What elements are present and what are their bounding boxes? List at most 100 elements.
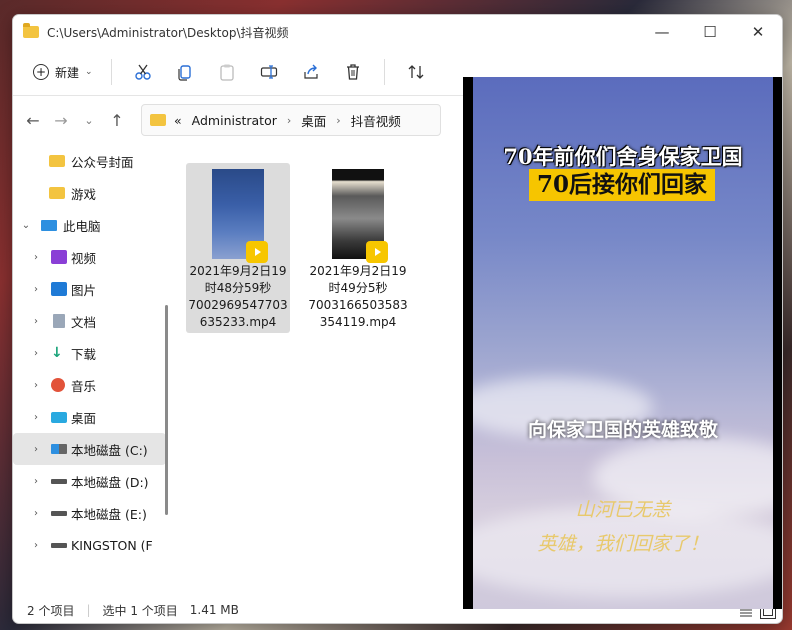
drive-icon <box>51 479 67 484</box>
nav-item-drive-d[interactable]: › 本地磁盘 (D:) <box>13 465 168 497</box>
preview-caption-2: 70后接你们回家 <box>529 169 716 201</box>
nav-item-kingston[interactable]: › KINGSTON (F <box>13 529 168 561</box>
chevron-right-icon[interactable]: › <box>29 252 43 263</box>
address-bar[interactable]: « Administrator › 桌面 › 抖音视频 <box>141 104 441 136</box>
document-icon <box>53 314 65 328</box>
recent-chevron-icon[interactable]: ⌄ <box>75 106 103 134</box>
breadcrumb-item[interactable]: Administrator <box>192 113 277 128</box>
chevron-down-icon[interactable]: ⌄ <box>19 220 33 231</box>
nav-item-label: 游戏 <box>71 186 97 202</box>
pc-icon <box>41 219 57 231</box>
music-icon <box>51 378 65 392</box>
share-button[interactable] <box>294 57 328 87</box>
file-name-line: 2021年9月2日19 <box>309 264 407 278</box>
drive-icon <box>51 444 67 454</box>
cut-button[interactable] <box>126 57 160 87</box>
paste-icon <box>219 64 234 81</box>
selected-count: 选中 1 个项目 <box>102 603 178 618</box>
trash-icon <box>346 64 359 80</box>
folder-icon <box>23 23 39 38</box>
nav-item-label: 文档 <box>71 314 97 330</box>
video-thumbnail <box>332 169 388 263</box>
file-explorer-window: C:\Users\Administrator\Desktop\抖音视频 — ☐ … <box>12 14 783 624</box>
desktop-icon <box>51 411 67 423</box>
nav-item-label: 音乐 <box>71 378 97 394</box>
preview-caption-3: 向保家卫国的英雄致敬 <box>527 419 718 441</box>
nav-item-label: 本地磁盘 (D:) <box>71 474 149 490</box>
chevron-right-icon[interactable]: › <box>29 284 43 295</box>
close-button[interactable]: ✕ <box>734 15 782 49</box>
file-item[interactable]: 2021年9月2日19 时49分5秒 7003166503583 354119.… <box>306 163 410 333</box>
new-button[interactable]: + 新建 ⌄ <box>25 58 101 87</box>
video-preview[interactable]: 70年前你们舍身保家卫国 70后接你们回家 向保家卫国的英雄致敬 山河已无恙 英… <box>473 77 773 609</box>
nav-item-drive-c[interactable]: › 本地磁盘 (C:) <box>13 433 166 465</box>
folder-icon <box>150 114 166 126</box>
video-icon <box>51 250 67 264</box>
nav-item-this-pc[interactable]: ⌄ 此电脑 <box>13 209 168 241</box>
preview-pane: 70年前你们舍身保家卫国 70后接你们回家 向保家卫国的英雄致敬 山河已无恙 英… <box>463 77 782 609</box>
window-title: C:\Users\Administrator\Desktop\抖音视频 <box>47 25 289 40</box>
chevron-right-icon[interactable]: › <box>29 316 43 327</box>
nav-item-music[interactable]: › 音乐 <box>13 369 168 401</box>
maximize-button[interactable]: ☐ <box>686 15 734 49</box>
picture-icon <box>51 282 67 296</box>
nav-item-desktop[interactable]: › 桌面 <box>13 401 168 433</box>
back-arrow-icon[interactable]: ← <box>19 106 47 134</box>
chevron-right-icon[interactable]: › <box>29 412 43 423</box>
share-icon <box>303 64 318 79</box>
file-name-line: 635233.mp4 <box>199 315 277 329</box>
nav-item-videos[interactable]: › 视频 <box>13 241 168 273</box>
rename-icon <box>260 65 277 79</box>
chevron-right-icon[interactable]: › <box>29 348 43 359</box>
breadcrumb-item[interactable]: 抖音视频 <box>351 111 401 130</box>
chevron-right-icon[interactable]: › <box>29 540 43 551</box>
sort-button[interactable] <box>399 57 433 87</box>
item-count: 2 个项目 <box>27 603 75 618</box>
player-badge-icon <box>246 241 268 263</box>
preview-caption-1: 70年前你们舍身保家卫国 <box>503 144 743 169</box>
toolbar-divider <box>110 59 112 85</box>
nav-item-drive-e[interactable]: › 本地磁盘 (E:) <box>13 497 168 529</box>
file-name-line: 2021年9月2日19 <box>189 264 287 278</box>
nav-item-games[interactable]: 游戏 <box>13 177 168 209</box>
copy-button[interactable] <box>168 57 202 87</box>
delete-button[interactable] <box>336 57 370 87</box>
breadcrumb-overflow[interactable]: « <box>174 113 182 128</box>
nav-item-label: 下载 <box>71 346 97 362</box>
toolbar-divider <box>383 59 385 85</box>
download-icon: ↓ <box>51 345 63 361</box>
file-name-line: 7002969547703 <box>188 298 288 312</box>
nav-item-label: 公众号封面 <box>71 154 134 170</box>
file-name-line: 时48分59秒 <box>204 281 272 295</box>
chevron-right-icon[interactable]: › <box>29 444 43 455</box>
nav-item-gongzhonghao[interactable]: 公众号封面 <box>13 145 168 177</box>
chevron-right-icon[interactable]: › <box>29 508 43 519</box>
breadcrumb-chevron-icon[interactable]: › <box>336 114 340 127</box>
chevron-right-icon[interactable]: › <box>29 476 43 487</box>
minimize-button[interactable]: — <box>638 15 686 49</box>
nav-item-label: 本地磁盘 (C:) <box>71 442 148 458</box>
breadcrumb-item[interactable]: 桌面 <box>301 111 326 130</box>
chevron-right-icon[interactable]: › <box>29 380 43 391</box>
forward-arrow-icon[interactable]: → <box>47 106 75 134</box>
nav-item-label: 桌面 <box>71 410 97 426</box>
nav-item-pictures[interactable]: › 图片 <box>13 273 168 305</box>
up-arrow-icon[interactable]: ↑ <box>103 106 131 134</box>
paste-button[interactable] <box>210 57 244 87</box>
chevron-down-icon: ⌄ <box>85 67 93 77</box>
preview-caption-4: 山河已无恙 <box>575 499 671 521</box>
nav-item-label: 此电脑 <box>63 218 101 234</box>
preview-caption-5: 英雄，我们回家了！ <box>537 533 709 555</box>
nav-item-documents[interactable]: › 文档 <box>13 305 168 337</box>
file-name-line: 7003166503583 <box>308 298 408 312</box>
nav-item-label: 图片 <box>71 282 97 298</box>
file-name-line: 时49分5秒 <box>328 281 388 295</box>
nav-item-label: 视频 <box>71 250 97 266</box>
nav-item-downloads[interactable]: › ↓ 下载 <box>13 337 168 369</box>
drive-icon <box>51 511 67 516</box>
plus-icon: + <box>33 64 49 80</box>
breadcrumb-chevron-icon[interactable]: › <box>287 114 291 127</box>
status-divider: | <box>86 603 91 617</box>
file-item[interactable]: 2021年9月2日19 时48分59秒 7002969547703 635233… <box>186 163 290 333</box>
rename-button[interactable] <box>252 57 286 87</box>
